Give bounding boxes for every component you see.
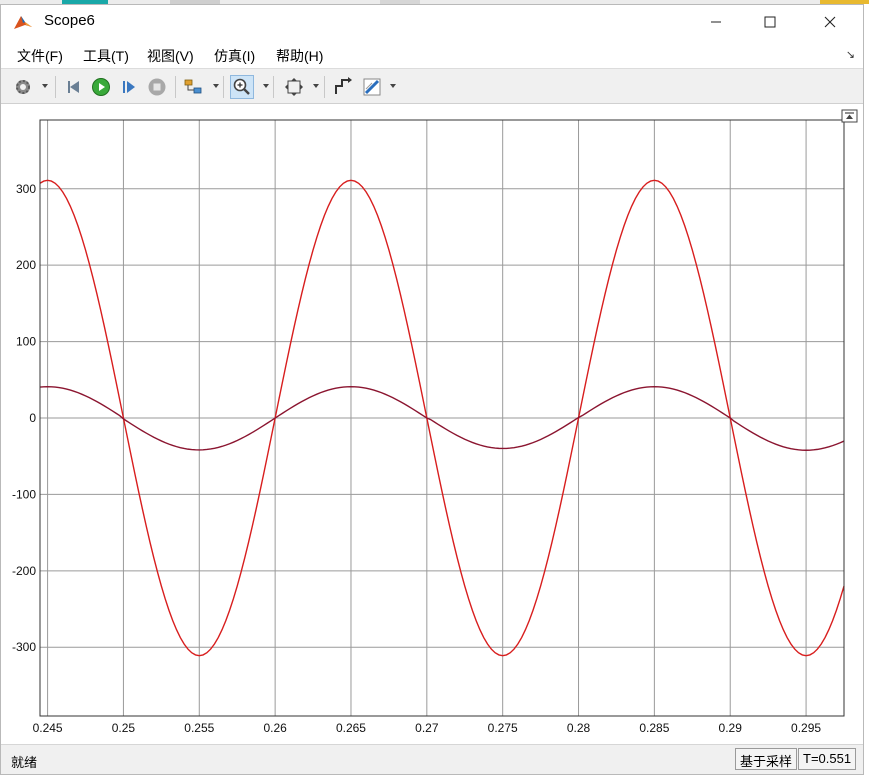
zoom-dropdown-arrow[interactable] [263,84,269,88]
y-tick-label: -300 [12,640,36,654]
toolbar-separator [175,76,176,98]
stop-button[interactable] [145,75,169,99]
plot-area[interactable]: 0.245 0.25 0.255 0.26 0.265 0.27 0.275 0.28 0.28… [1,104,863,744]
menu-view[interactable]: 视图(V) [147,46,194,66]
dock-arrow-icon[interactable]: ↘ [846,48,855,61]
highlight-block-icon [184,79,202,94]
simulation-time: T=0.551 [798,748,857,770]
x-tick-label: 0.295 [791,721,821,735]
status-text: 就绪 [11,755,38,770]
settings-button[interactable] [11,75,35,99]
y-tick-label: 0 [29,411,36,425]
step-forward-icon [123,81,135,93]
zoom-icon [233,78,250,95]
scope-window: Scope6 文件(F) 工具(T) 视图(V) 仿真(I) 帮助(H) ↘ 0… [0,4,864,775]
x-tick-label: 0.275 [488,721,518,735]
sample-mode-indicator: 基于采样 [735,748,798,770]
title-bar[interactable]: Scope6 [1,5,863,38]
menu-file[interactable]: 文件(F) [17,46,63,66]
y-tick-label: 300 [16,182,36,196]
grid-layer [40,120,844,716]
minimize-icon [711,21,721,22]
step-forward-button[interactable] [117,75,141,99]
y-tick-label: -100 [12,487,36,501]
x-tick-label: 0.245 [33,721,63,735]
close-button[interactable] [807,5,853,38]
fit-to-view-icon [285,78,303,96]
highlight-dropdown-arrow[interactable] [213,84,219,88]
settings-dropdown-arrow[interactable] [42,84,48,88]
run-button[interactable] [89,75,113,99]
y-tick-label: 100 [16,335,36,349]
y-tick-label: -200 [12,564,36,578]
fit-to-view-button[interactable] [282,75,306,99]
menu-simulation[interactable]: 仿真(I) [214,46,255,66]
fit-dropdown-arrow[interactable] [313,84,319,88]
x-tick-label: 0.26 [263,721,287,735]
x-tick-label: 0.29 [719,721,743,735]
settings-icon [16,80,30,94]
zoom-button[interactable] [230,75,254,99]
toolbar-separator [273,76,274,98]
style-button[interactable] [360,75,384,99]
step-back-button[interactable] [63,75,87,99]
signal-icon [335,77,352,94]
menu-bar: 文件(F) 工具(T) 视图(V) 仿真(I) 帮助(H) ↘ [1,38,863,68]
highlight-block-button[interactable] [181,75,205,99]
step-back-icon [68,81,79,93]
x-tick-label: 0.28 [567,721,591,735]
toolbar [1,68,863,104]
matlab-icon [14,16,32,29]
toolbar-separator [324,76,325,98]
style-icon [363,78,381,96]
status-bar: 就绪 基于采样 T=0.551 [1,744,863,774]
window-title: Scope6 [44,12,95,29]
toolbar-separator [223,76,224,98]
scope-chart[interactable]: 0.245 0.25 0.255 0.26 0.265 0.27 0.275 0.28 0.28… [1,104,863,744]
style-dropdown-arrow[interactable] [390,84,396,88]
x-tick-label: 0.27 [415,721,439,735]
x-tick-label: 0.285 [639,721,669,735]
signal-button[interactable] [331,75,355,99]
y-tick-label: 200 [16,258,36,272]
menu-tools[interactable]: 工具(T) [83,46,129,66]
undock-axes-button[interactable] [841,109,858,123]
menu-help[interactable]: 帮助(H) [276,46,323,66]
toolbar-separator [55,76,56,98]
x-tick-label: 0.255 [184,721,214,735]
maximize-icon [764,16,776,27]
stop-icon [148,78,166,96]
minimize-button[interactable] [693,5,739,38]
x-tick-label: 0.265 [336,721,366,735]
run-icon [92,78,110,96]
maximize-button[interactable] [747,5,793,38]
x-tick-label: 0.25 [112,721,136,735]
close-icon [824,16,836,27]
